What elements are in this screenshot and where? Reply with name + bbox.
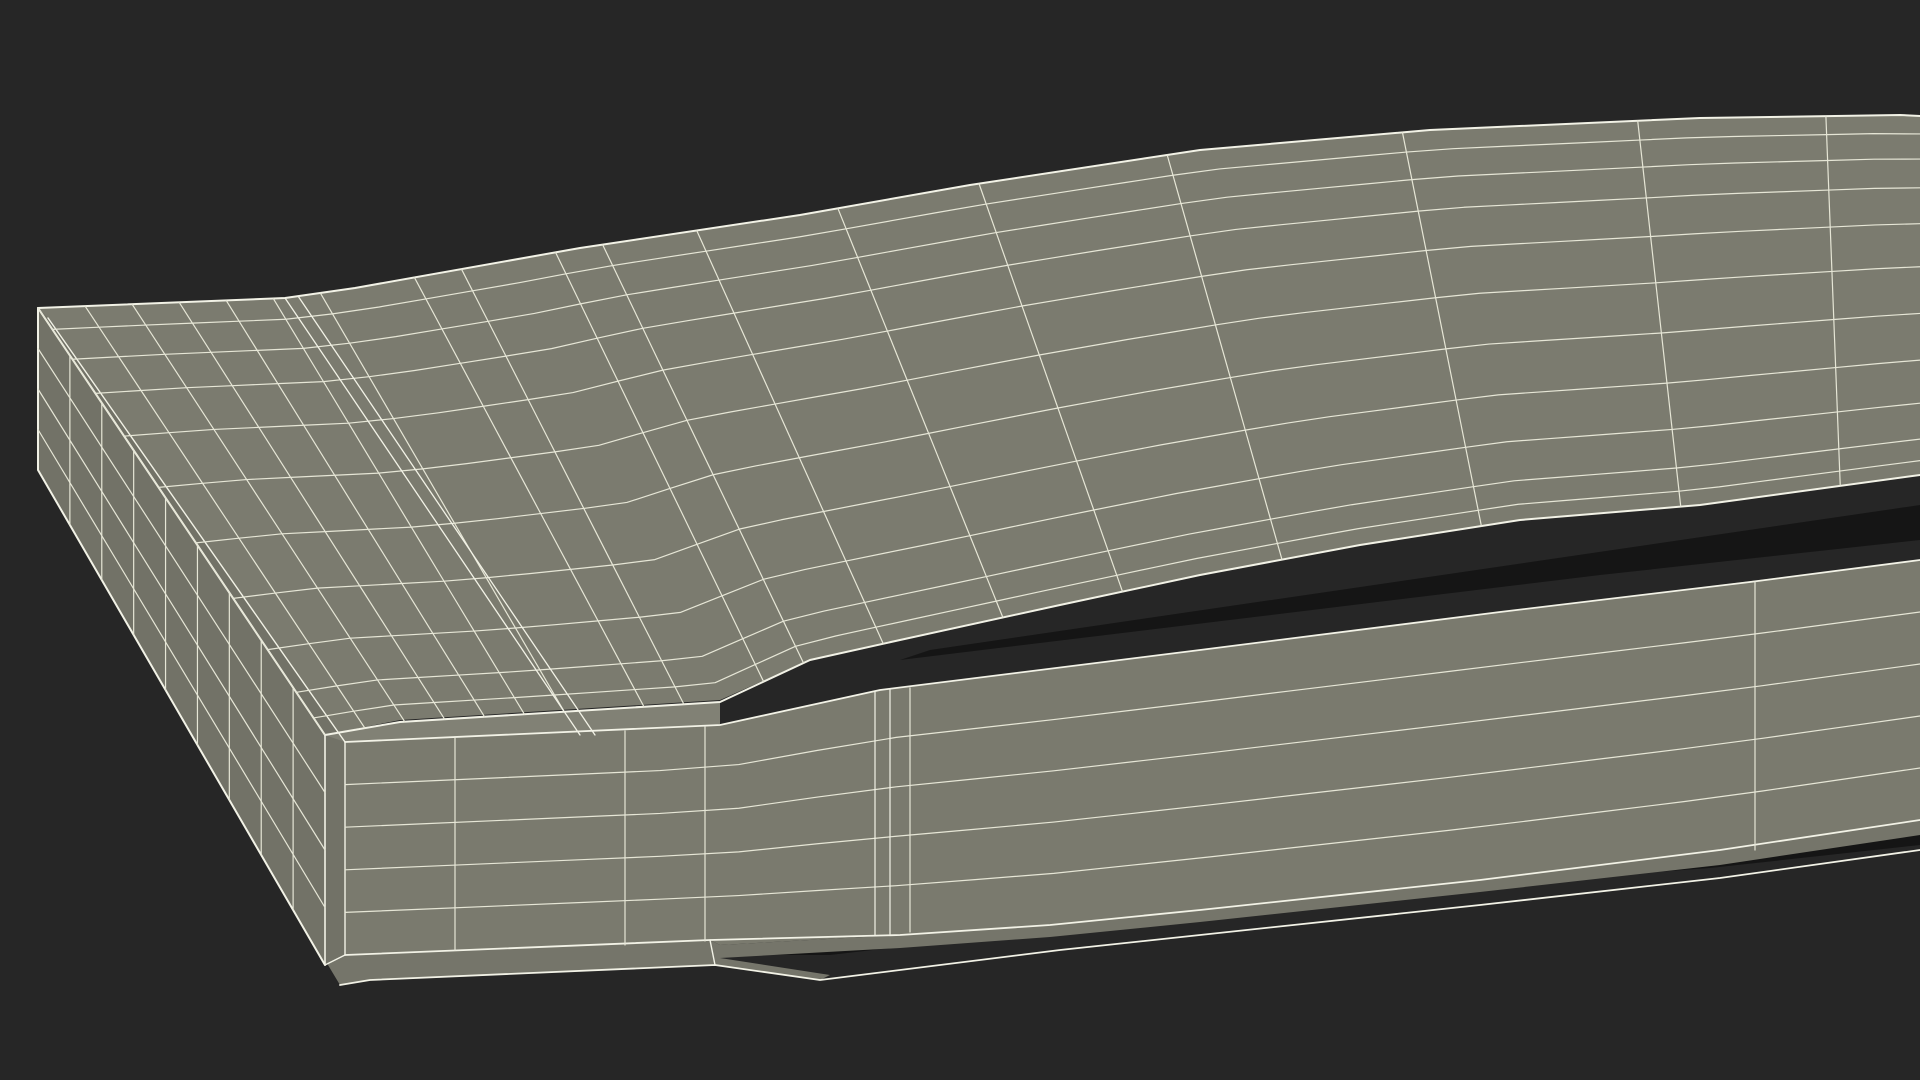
- viewport-3d[interactable]: [0, 0, 1920, 1080]
- wireframe-model: [0, 0, 1920, 1080]
